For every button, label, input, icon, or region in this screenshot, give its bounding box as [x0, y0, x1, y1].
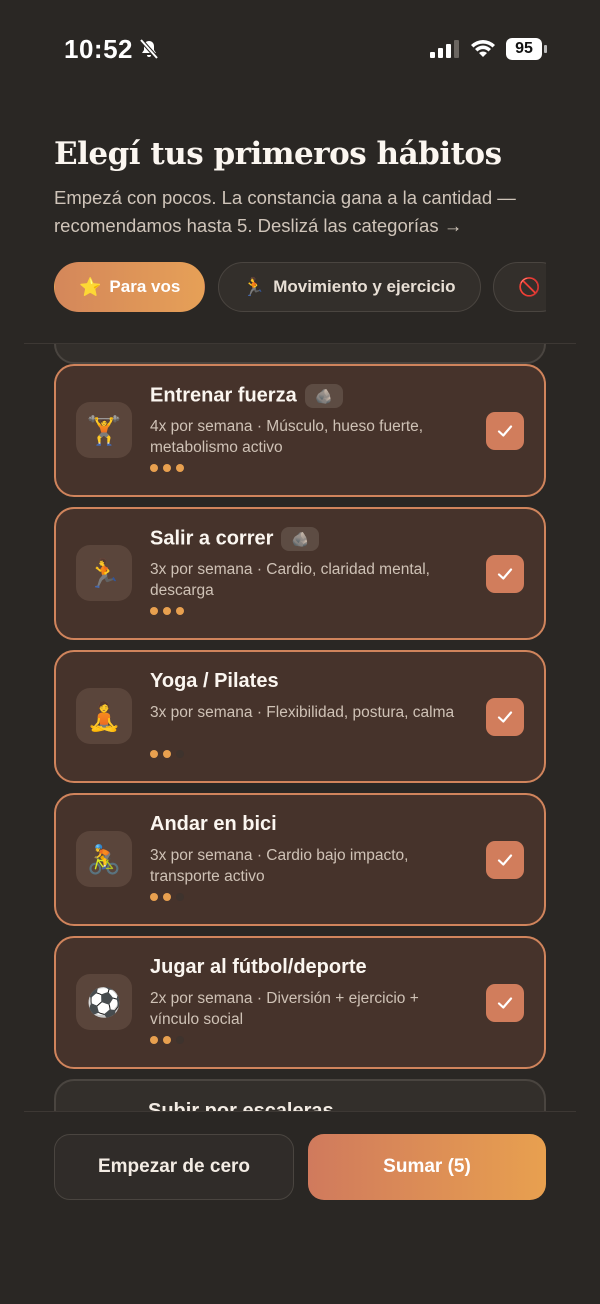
cellular-signal-icon — [430, 40, 460, 63]
select-checkbox[interactable] — [486, 555, 524, 593]
habit-card[interactable]: 🧘 Yoga / Pilates 3x por semana · Flexibi… — [54, 650, 546, 783]
dot — [163, 464, 171, 472]
habit-card[interactable]: 🏃 Salir a correr 🪨 3x por semana · Cardio… — [54, 507, 546, 640]
habit-description: 3x por semana · Cardio bajo impacto, tra… — [150, 847, 409, 885]
select-checkbox[interactable] — [486, 984, 524, 1022]
runner-icon: 🏃 — [242, 276, 266, 297]
habit-name: Jugar al fútbol/deporte — [150, 956, 367, 978]
tab-para-vos[interactable]: ⭐ Para vos — [54, 262, 206, 312]
dot — [163, 1036, 171, 1044]
difficulty-dots — [150, 750, 184, 758]
checkmark-icon — [497, 854, 513, 866]
cyclist-icon: 🚴 — [76, 831, 132, 887]
soccer-ball-icon: ⚽ — [76, 974, 132, 1030]
habit-card-previous[interactable] — [54, 344, 546, 364]
habit-name: Entrenar fuerza 🪨 — [150, 384, 343, 408]
checkmark-icon — [497, 997, 513, 1009]
battery-indicator: 95 — [506, 38, 542, 60]
tab-label: Para vos — [109, 277, 181, 296]
page-title: Elegí tus primeros hábitos — [54, 136, 502, 172]
select-checkbox[interactable] — [486, 412, 524, 450]
select-checkbox[interactable] — [486, 698, 524, 736]
habit-card[interactable]: ⚽ Jugar al fútbol/deporte 2x por semana … — [54, 936, 546, 1069]
select-checkbox[interactable] — [486, 841, 524, 879]
dot — [176, 464, 184, 472]
dot — [150, 464, 158, 472]
difficulty-dots — [150, 464, 184, 472]
checkmark-icon — [497, 711, 513, 723]
runner-icon: 🏃 — [76, 545, 132, 601]
dot — [163, 750, 171, 758]
habit-name: Andar en bici — [150, 813, 277, 835]
rock-badge-icon: 🪨 — [304, 384, 343, 408]
habit-description: 4x por semana · Músculo, hueso fuerte, m… — [150, 418, 424, 456]
habit-list[interactable]: 🏋️ Entrenar fuerza 🪨 4x por semana · Músc… — [0, 344, 600, 1111]
dot — [176, 607, 184, 615]
dot — [150, 607, 158, 615]
prohibited-icon: 🚫 — [517, 276, 541, 297]
battery-tip — [544, 45, 547, 53]
difficulty-dots — [150, 893, 184, 901]
dot — [176, 1036, 184, 1044]
habit-card[interactable]: 🏋️ Entrenar fuerza 🪨 4x por semana · Músc… — [54, 364, 546, 497]
status-time: 10:52 — [64, 34, 133, 64]
start-empty-button[interactable]: Empezar de cero — [54, 1134, 294, 1200]
habit-description: 3x por semana · Cardio, claridad mental,… — [150, 561, 430, 599]
dot — [163, 893, 171, 901]
tab-movimiento-y-ejercicio[interactable]: 🏃 Movimiento y ejercicio — [217, 262, 481, 312]
difficulty-dots — [150, 607, 184, 615]
divider — [24, 1111, 576, 1112]
habit-name: Salir a correr 🪨 — [150, 527, 320, 551]
status-bar: 10:52 95 — [0, 0, 600, 96]
checkmark-icon — [497, 568, 513, 580]
wifi-icon — [470, 38, 496, 63]
dot — [176, 893, 184, 901]
category-tabs[interactable]: ⭐ Para vos 🏃 Movimiento y ejercicio 🚫 — [54, 262, 546, 314]
yoga-icon: 🧘 — [76, 688, 132, 744]
habit-name-text: Salir a correr — [150, 527, 274, 550]
habit-name-text: Entrenar fuerza — [150, 384, 297, 407]
dot — [150, 750, 158, 758]
habit-description: 3x por semana · Flexibilidad, postura, c… — [150, 704, 455, 721]
dot — [150, 893, 158, 901]
habit-name: Subir por escaleras — [148, 1100, 334, 1111]
dot — [176, 750, 184, 758]
star-icon: ⭐ — [79, 276, 102, 297]
habit-name: Yoga / Pilates — [150, 670, 279, 692]
bell-muted-icon — [138, 38, 160, 65]
dot — [163, 607, 171, 615]
dot — [150, 1036, 158, 1044]
weightlifter-icon: 🏋️ — [76, 402, 132, 458]
habit-card[interactable]: 🚴 Andar en bici 3x por semana · Cardio b… — [54, 793, 546, 926]
habit-description: 2x por semana · Diversión + ejercicio + … — [150, 990, 419, 1028]
tab-label: Movimiento y ejercicio — [273, 277, 456, 296]
rock-badge-icon: 🪨 — [281, 527, 320, 551]
tab-prohibited[interactable]: 🚫 — [492, 262, 546, 312]
difficulty-dots — [150, 1036, 184, 1044]
page-subtitle: Empezá con pocos. La constancia gana a l… — [54, 187, 516, 236]
add-habits-button[interactable]: Sumar (5) — [308, 1134, 546, 1200]
checkmark-icon — [497, 425, 513, 437]
